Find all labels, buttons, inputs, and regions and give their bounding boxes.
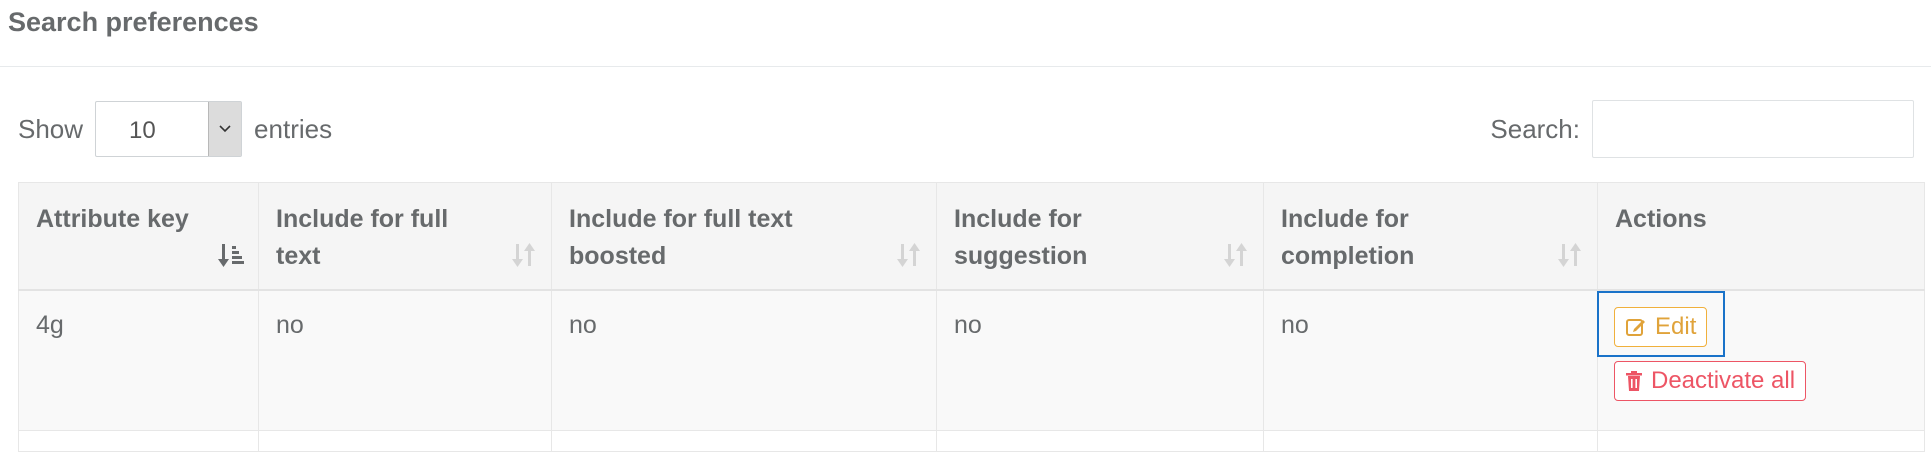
column-header-label: Attribute key xyxy=(36,205,189,233)
table-row xyxy=(18,430,1925,452)
edit-button-label: Edit xyxy=(1655,312,1697,340)
edit-button[interactable]: Edit xyxy=(1614,306,1708,347)
sort-ascending-icon xyxy=(218,244,244,267)
show-label: Show xyxy=(18,113,84,144)
entries-label: entries xyxy=(254,113,333,144)
sort-both-icon xyxy=(897,243,920,267)
column-header-full-text-boosted[interactable]: Include for full text boosted xyxy=(551,182,937,291)
chevron-down-icon[interactable] xyxy=(208,102,242,156)
cell-empty xyxy=(551,430,937,452)
page-title: Search preferences xyxy=(8,7,259,37)
cell-attribute-key: 4g xyxy=(18,289,259,431)
column-header-label: Include for completion xyxy=(1281,205,1415,270)
column-header-suggestion[interactable]: Include for suggestion xyxy=(936,182,1264,291)
search-input[interactable] xyxy=(1592,100,1914,158)
column-header-label: Include for full text boosted xyxy=(569,205,793,270)
divider xyxy=(0,66,1931,67)
cell-suggestion: no xyxy=(936,289,1264,431)
edit-icon xyxy=(1626,318,1645,336)
cell-completion: no xyxy=(1263,289,1598,431)
sort-both-icon xyxy=(512,243,535,267)
column-header-label: Include for full text xyxy=(276,205,449,270)
cell-empty xyxy=(1597,430,1925,452)
cell-empty xyxy=(1263,430,1598,452)
search-label: Search: xyxy=(1490,113,1580,144)
column-header-actions: Actions xyxy=(1597,182,1925,291)
deactivate-all-button-label: Deactivate all xyxy=(1651,366,1796,394)
sort-both-icon xyxy=(1224,243,1247,267)
table-header-row: Attribute key Include for full text Incl… xyxy=(18,182,1925,291)
column-header-label: Include for suggestion xyxy=(954,205,1088,270)
table-row: 4g no no no no Edit Deactivate all xyxy=(18,289,1925,431)
cell-full-text-boosted: no xyxy=(551,289,937,431)
search-control: Search: xyxy=(1490,100,1914,158)
sort-both-icon xyxy=(1558,243,1581,267)
cell-actions: Edit Deactivate all xyxy=(1597,289,1925,431)
trash-icon xyxy=(1626,370,1642,391)
cell-empty xyxy=(18,430,259,452)
entries-select[interactable]: 10 xyxy=(95,101,243,157)
column-header-label: Actions xyxy=(1615,205,1707,233)
length-control: Show 10 entries xyxy=(18,100,332,158)
column-header-attribute-key[interactable]: Attribute key xyxy=(18,182,259,291)
cell-empty xyxy=(258,430,552,452)
cell-empty xyxy=(936,430,1264,452)
entries-select-value: 10 xyxy=(129,117,156,144)
column-header-completion[interactable]: Include for completion xyxy=(1263,182,1598,291)
preferences-table: Attribute key Include for full text Incl… xyxy=(18,182,1925,452)
deactivate-all-button[interactable]: Deactivate all xyxy=(1614,360,1807,401)
cell-full-text: no xyxy=(258,289,552,431)
column-header-full-text[interactable]: Include for full text xyxy=(258,182,552,291)
